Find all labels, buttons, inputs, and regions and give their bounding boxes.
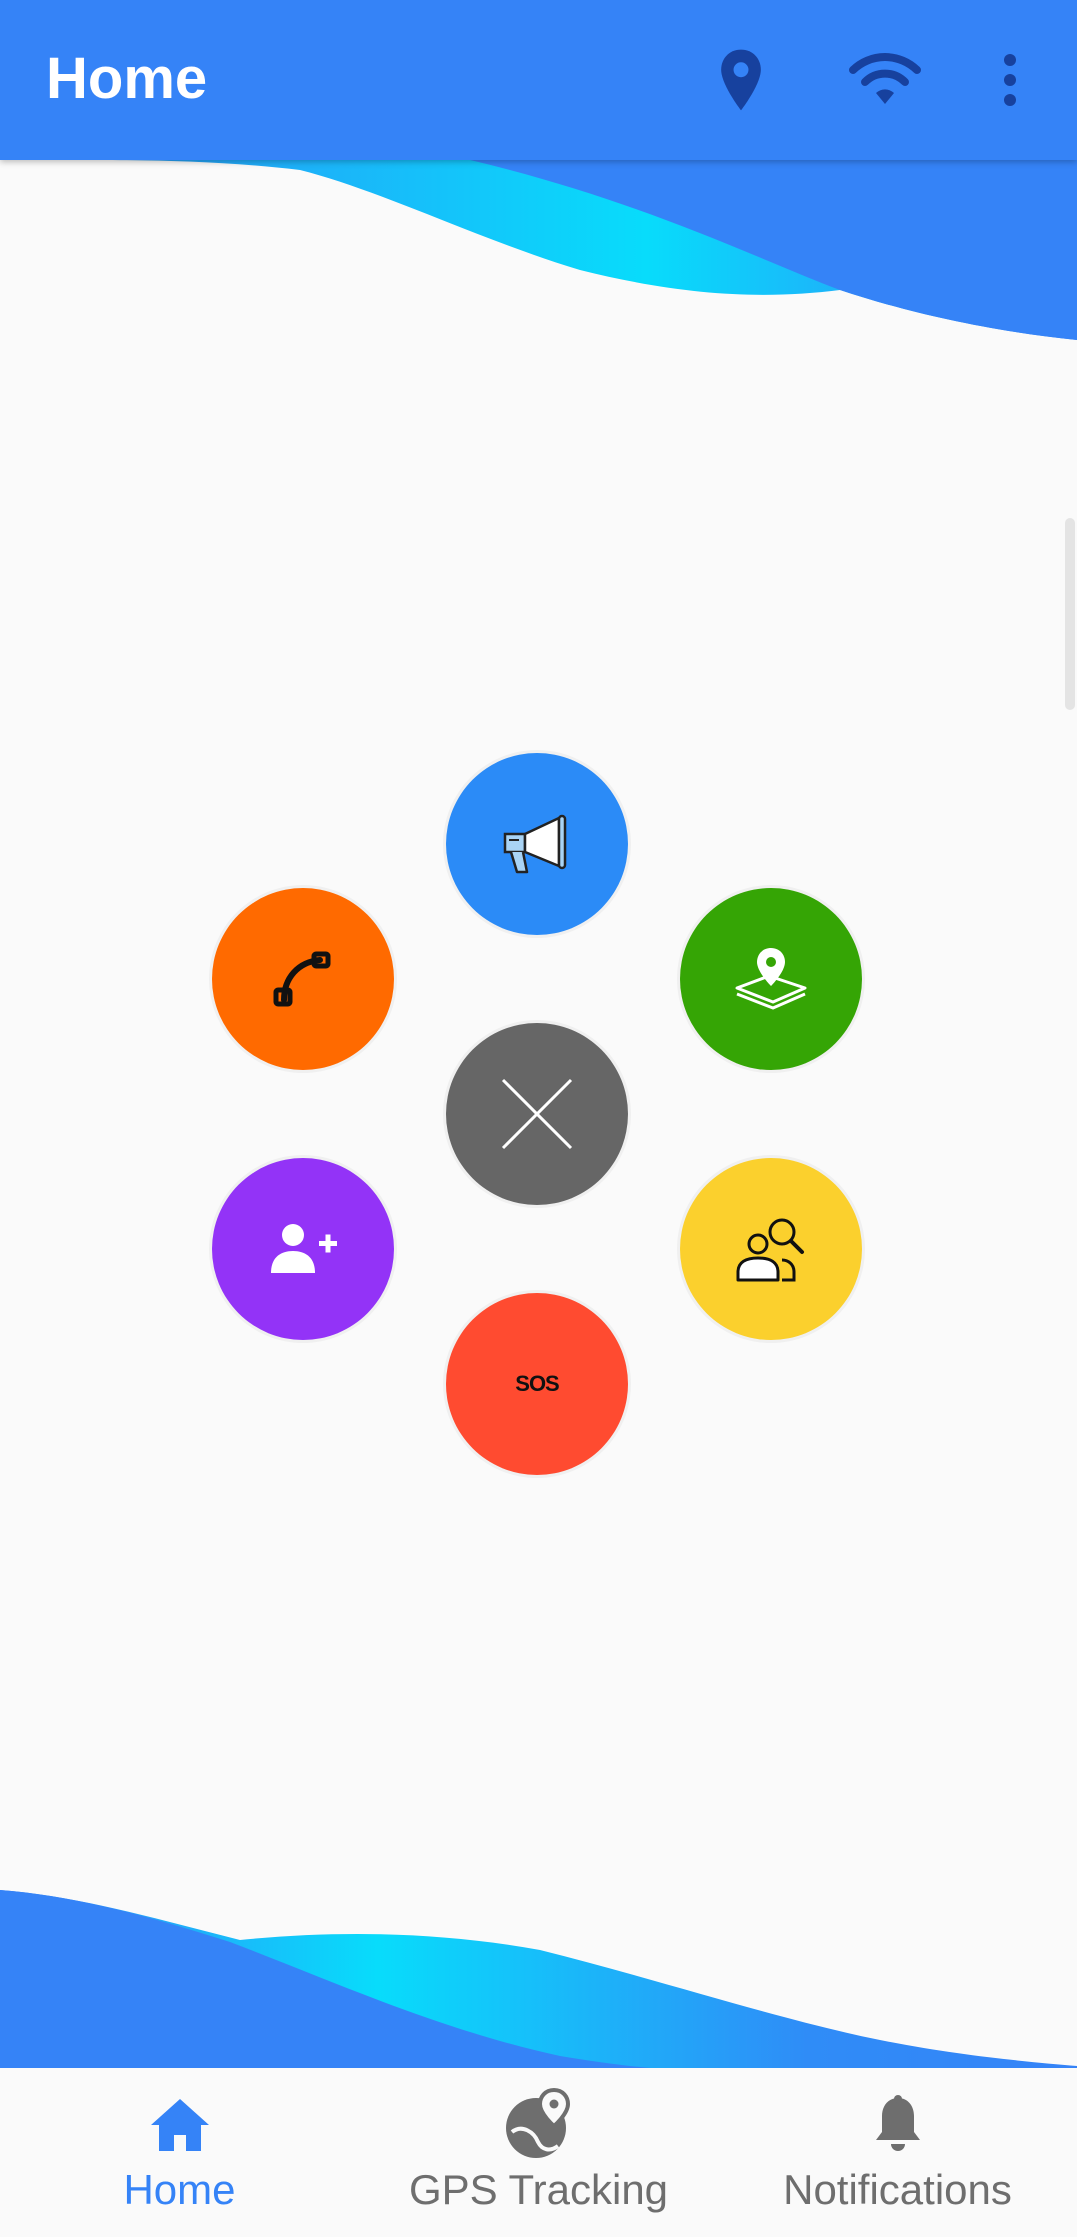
- phone-icon: [273, 951, 331, 1007]
- megaphone-icon: [503, 814, 567, 874]
- add-person-icon: [271, 1224, 337, 1273]
- close-icon: [501, 1078, 573, 1150]
- nav-item-home[interactable]: Home: [0, 2068, 359, 2237]
- app-bar: Home: [0, 0, 1077, 160]
- sos-icon: SOS: [515, 1371, 559, 1396]
- bell-icon: [875, 2095, 920, 2151]
- gps-tracking-icon: [505, 2088, 570, 2158]
- nav-label-notifications: Notifications: [783, 2166, 1012, 2213]
- people-search-icon: [736, 1218, 804, 1282]
- top-wave-decoration: [0, 160, 1077, 340]
- call-button[interactable]: [212, 888, 394, 1070]
- nav-item-notifications[interactable]: Notifications: [718, 2068, 1077, 2237]
- more-vert-icon[interactable]: [970, 40, 1050, 120]
- nav-label-gps-tracking: GPS Tracking: [408, 2166, 669, 2213]
- find-people-button[interactable]: [680, 1158, 862, 1340]
- nav-item-gps-tracking[interactable]: GPS Tracking: [359, 2068, 718, 2237]
- page-title: Home: [46, 46, 208, 111]
- wifi-icon[interactable]: [845, 40, 925, 120]
- location-pin-icon[interactable]: [701, 40, 781, 120]
- bottom-navigation: Home GPS Tracking Notifications: [0, 2068, 1077, 2237]
- home-icon: [150, 2099, 209, 2151]
- close-menu-button[interactable]: [446, 1023, 628, 1205]
- nav-label-home: Home: [123, 2166, 236, 2213]
- scrollbar[interactable]: [1065, 518, 1075, 710]
- bottom-wave-decoration: [0, 1890, 1077, 2070]
- announcement-button[interactable]: [446, 753, 628, 935]
- sos-button[interactable]: SOS: [446, 1293, 628, 1475]
- map-location-button[interactable]: [680, 888, 862, 1070]
- add-contact-button[interactable]: [212, 1158, 394, 1340]
- map-pin-icon: [735, 948, 807, 1010]
